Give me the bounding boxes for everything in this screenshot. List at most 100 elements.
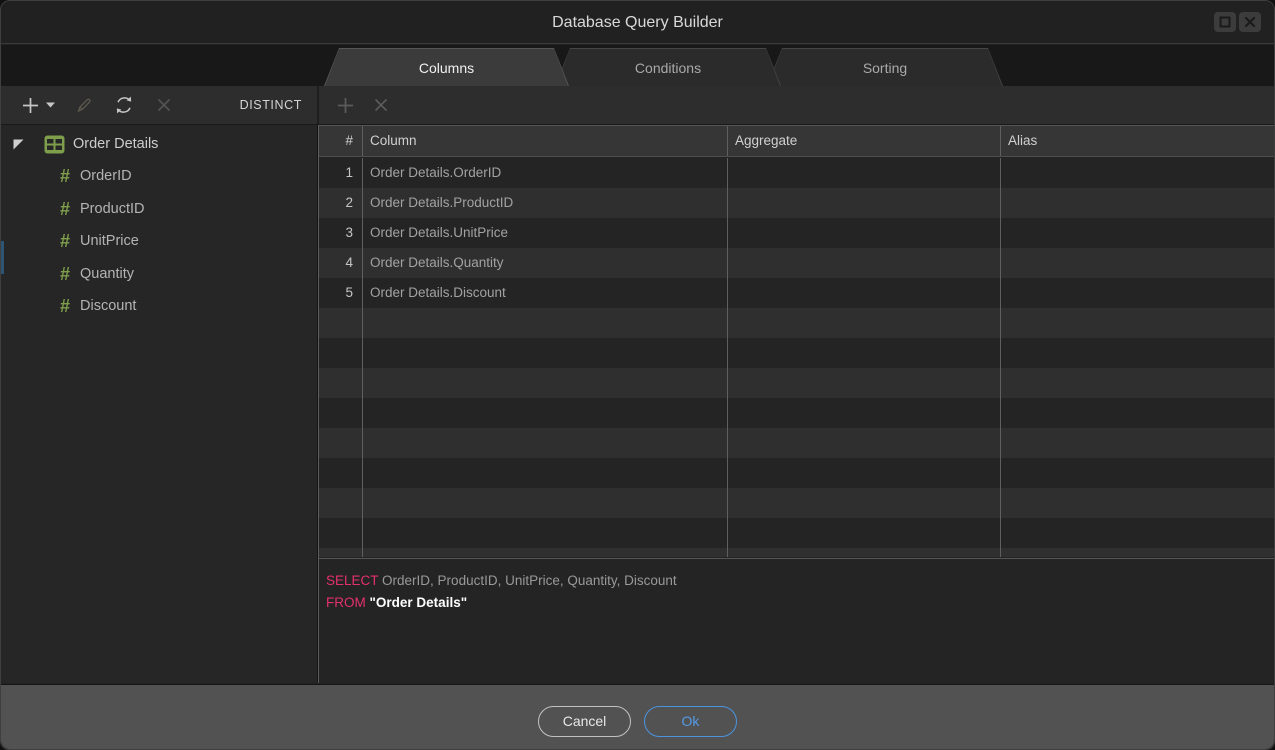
close-icon: [1243, 15, 1257, 29]
tree-field-unitprice[interactable]: # UnitPrice: [60, 230, 139, 252]
ok-button[interactable]: Ok: [644, 706, 737, 737]
row-aggregate-cell[interactable]: [728, 188, 1001, 218]
table-node-label: Order Details: [73, 136, 158, 152]
grid-empty-row[interactable]: [319, 308, 1275, 338]
sql-select-list: OrderID, ProductID, UnitPrice, Quantity,…: [382, 573, 677, 588]
row-number: 4: [319, 248, 363, 278]
grid-empty-row[interactable]: [319, 548, 1275, 557]
field-label: UnitPrice: [80, 233, 139, 249]
grid-empty-row[interactable]: [319, 458, 1275, 488]
dialog-title: Database Query Builder: [1, 1, 1274, 44]
tree-field-discount[interactable]: # Discount: [60, 295, 136, 317]
field-label: Discount: [80, 298, 136, 314]
grid-empty-row[interactable]: [319, 518, 1275, 548]
row-aggregate-cell[interactable]: [728, 248, 1001, 278]
row-column-cell[interactable]: Order Details.UnitPrice: [363, 218, 728, 248]
tables-toolbar: DISTINCT: [1, 86, 317, 124]
distinct-toggle[interactable]: DISTINCT: [240, 98, 302, 112]
row-alias-cell[interactable]: [1001, 218, 1275, 248]
edit-table-button[interactable]: [71, 92, 97, 118]
sql-from-table: "Order Details": [370, 595, 468, 610]
plus-icon: [20, 95, 41, 116]
add-table-button[interactable]: [17, 92, 43, 118]
tab-columns[interactable]: Columns: [324, 48, 569, 86]
table-icon: [44, 135, 65, 154]
sql-from-keyword: FROM: [326, 595, 366, 610]
refresh-button[interactable]: [111, 92, 137, 118]
row-alias-cell[interactable]: [1001, 158, 1275, 188]
columns-grid-panel: # Column Aggregate Alias 1 Order Details…: [318, 125, 1275, 683]
header-column: Column: [363, 126, 728, 156]
tree-field-orderid[interactable]: # OrderID: [60, 165, 132, 187]
close-button[interactable]: [1239, 12, 1261, 32]
row-column-cell[interactable]: Order Details.OrderID: [363, 158, 728, 188]
row-aggregate-cell[interactable]: [728, 158, 1001, 188]
add-table-dropdown[interactable]: [43, 92, 57, 118]
sql-select-keyword: SELECT: [326, 573, 378, 588]
grid-empty-row[interactable]: [319, 368, 1275, 398]
header-aggregate: Aggregate: [728, 126, 1001, 156]
add-column-button[interactable]: [332, 92, 358, 118]
refresh-icon: [113, 94, 135, 116]
grid-row-4[interactable]: 4 Order Details.Quantity: [319, 248, 1275, 278]
grid-header: # Column Aggregate Alias: [319, 126, 1275, 157]
number-field-icon: #: [60, 200, 70, 218]
field-label: ProductID: [80, 201, 144, 217]
number-field-icon: #: [60, 265, 70, 283]
tab-strip: Columns Conditions Sorting: [1, 45, 1274, 86]
row-alias-cell[interactable]: [1001, 248, 1275, 278]
plus-icon: [335, 95, 356, 116]
tab-sorting[interactable]: Sorting: [767, 48, 1003, 86]
maximize-icon: [1218, 15, 1232, 29]
grid-empty-row[interactable]: [319, 428, 1275, 458]
tree-field-quantity[interactable]: # Quantity: [60, 263, 134, 285]
cancel-button[interactable]: Cancel: [538, 706, 631, 737]
pencil-icon: [74, 95, 94, 115]
row-column-cell[interactable]: Order Details.Quantity: [363, 248, 728, 278]
columns-toolbar: [319, 86, 1274, 124]
expander-icon[interactable]: [13, 139, 24, 150]
row-column-cell[interactable]: Order Details.Discount: [363, 278, 728, 308]
grid-row-1[interactable]: 1 Order Details.OrderID: [319, 158, 1275, 188]
row-number: 5: [319, 278, 363, 308]
remove-table-button[interactable]: [151, 92, 177, 118]
grid-body: 1 Order Details.OrderID 2 Order Details.…: [319, 158, 1275, 557]
sql-preview-panel: SELECT OrderID, ProductID, UnitPrice, Qu…: [319, 558, 1275, 683]
tab-conditions[interactable]: Conditions: [555, 48, 781, 86]
grid-row-3[interactable]: 3 Order Details.UnitPrice: [319, 218, 1275, 248]
title-bar[interactable]: Database Query Builder: [1, 1, 1274, 44]
tree-node-order-details[interactable]: Order Details: [13, 133, 158, 155]
remove-column-button[interactable]: [368, 92, 394, 118]
row-aggregate-cell[interactable]: [728, 218, 1001, 248]
number-field-icon: #: [60, 167, 70, 185]
tab-conditions-label: Conditions: [556, 49, 780, 86]
grid-empty-row[interactable]: [319, 338, 1275, 368]
sql-select-line: SELECT OrderID, ProductID, UnitPrice, Qu…: [326, 570, 1266, 592]
tables-tree-panel: Order Details # OrderID # ProductID # Un…: [1, 125, 317, 683]
grid-row-5[interactable]: 5 Order Details.Discount: [319, 278, 1275, 308]
dialog-footer: Cancel Ok: [1, 684, 1274, 749]
header-num: #: [319, 126, 363, 156]
x-icon: [155, 96, 173, 114]
field-label: OrderID: [80, 168, 132, 184]
screen-edge-artifact: [1, 241, 4, 274]
row-alias-cell[interactable]: [1001, 188, 1275, 218]
query-builder-dialog: Database Query Builder Columns Condition…: [0, 0, 1275, 750]
row-column-cell[interactable]: Order Details.ProductID: [363, 188, 728, 218]
row-number: 1: [319, 158, 363, 188]
sql-from-line: FROM "Order Details": [326, 592, 1266, 614]
tab-columns-label: Columns: [325, 49, 568, 86]
row-number: 3: [319, 218, 363, 248]
row-alias-cell[interactable]: [1001, 278, 1275, 308]
field-label: Quantity: [80, 266, 134, 282]
chevron-down-icon: [46, 102, 55, 108]
window-controls: [1214, 12, 1261, 32]
number-field-icon: #: [60, 232, 70, 250]
row-aggregate-cell[interactable]: [728, 278, 1001, 308]
grid-row-2[interactable]: 2 Order Details.ProductID: [319, 188, 1275, 218]
grid-empty-row[interactable]: [319, 398, 1275, 428]
tree-field-productid[interactable]: # ProductID: [60, 198, 145, 220]
maximize-button[interactable]: [1214, 12, 1236, 32]
grid-empty-row[interactable]: [319, 488, 1275, 518]
toolbar-row: DISTINCT: [1, 86, 1274, 125]
